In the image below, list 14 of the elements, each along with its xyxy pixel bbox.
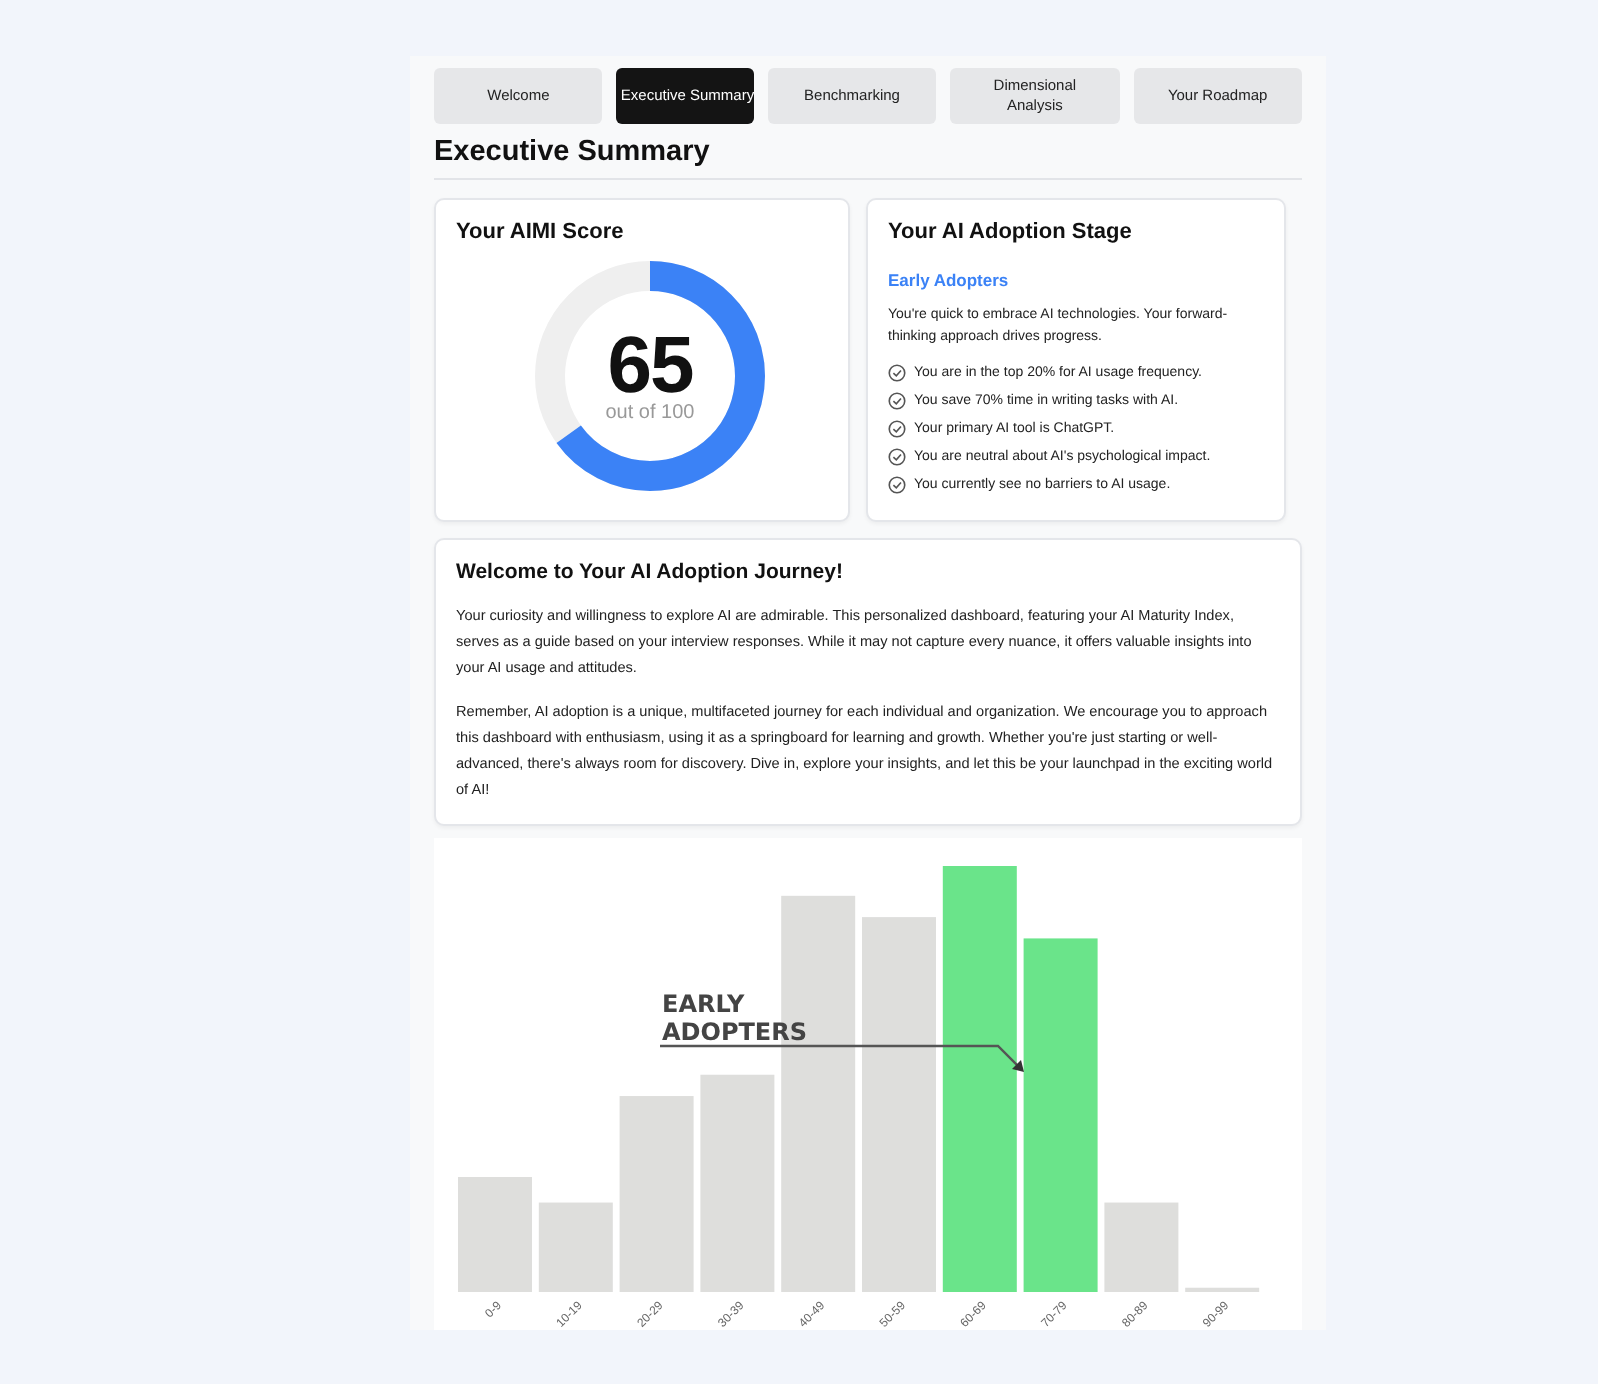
stage-name: Early Adopters: [888, 270, 1011, 290]
score-value: 65: [607, 329, 693, 401]
card-title: Welcome to Your AI Adoption Journey!: [456, 560, 845, 584]
annotation-text: ADOPTERS: [662, 1018, 808, 1046]
annotation-text: EARLY: [662, 990, 745, 1018]
card-title: Your AIMI Score: [456, 220, 626, 244]
score-caption: out of 100: [605, 401, 695, 423]
check-circle-icon: [888, 363, 906, 381]
check-circle-icon: [888, 447, 906, 465]
page-heading: Executive Summary: [434, 136, 712, 168]
check-circle-icon: [888, 419, 906, 437]
check-circle-icon: [888, 475, 906, 493]
check-circle-icon: [888, 391, 906, 409]
card-title: Your AI Adoption Stage: [888, 220, 1134, 244]
